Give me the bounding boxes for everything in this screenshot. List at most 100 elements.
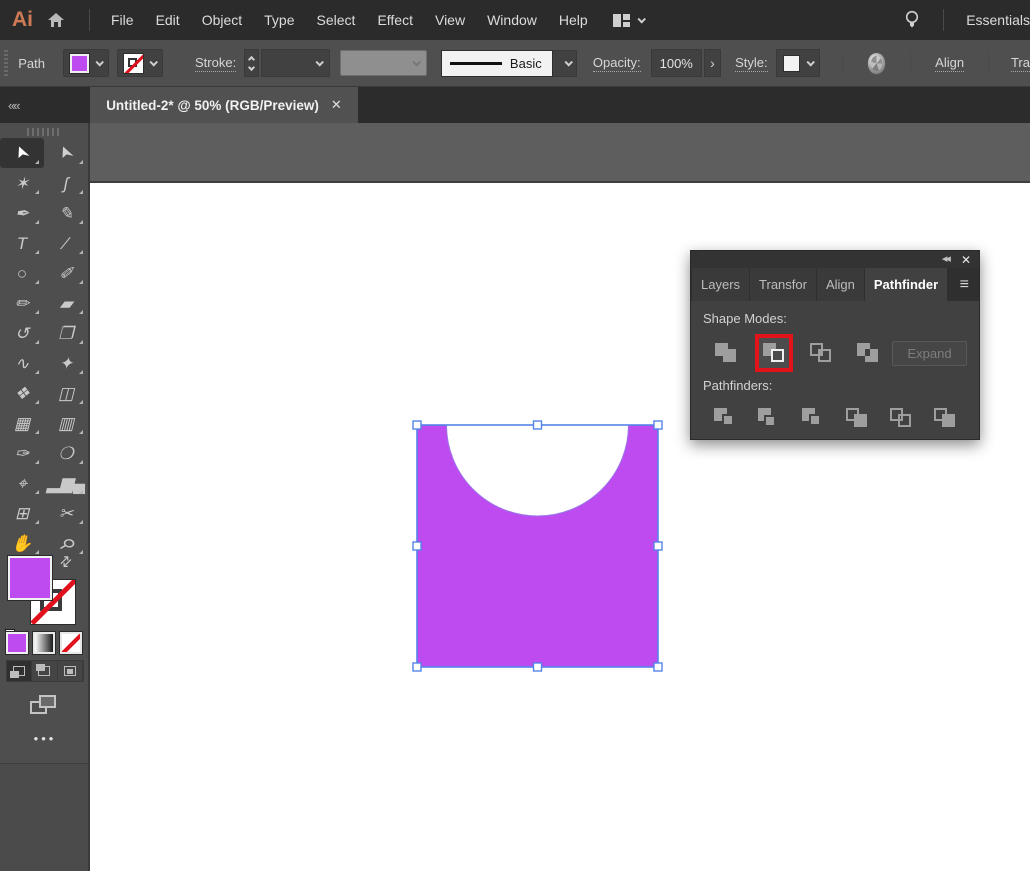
swap-fill-stroke-icon[interactable]: ⇄	[56, 551, 76, 571]
menu-window[interactable]: Window	[476, 12, 548, 28]
slot-divide	[703, 407, 747, 429]
pathfinder-minus-back-button[interactable]	[933, 407, 957, 429]
stroke-label[interactable]: Stroke:	[195, 55, 237, 72]
panel-tab-align[interactable]: Align	[816, 268, 864, 301]
pathfinder-merge-button[interactable]	[801, 407, 825, 429]
tool-column-graph[interactable]: ▂▆▄	[44, 468, 88, 498]
canvas-area	[90, 123, 1030, 871]
panel-tab-pathfinder[interactable]: Pathfinder	[864, 268, 948, 301]
tool-ellipse[interactable]: ○	[0, 258, 44, 288]
tool-scale[interactable]: ❐	[44, 318, 88, 348]
tool-width[interactable]: ∿	[0, 348, 44, 378]
drawing-modes	[6, 660, 84, 682]
panel-tab-layers[interactable]: Layers	[692, 268, 750, 301]
stroke-weight-dropdown[interactable]	[260, 49, 330, 77]
selected-shape[interactable]	[416, 424, 659, 668]
tool-puppet-warp[interactable]: ✦	[44, 348, 88, 378]
tool-grid: ➤ ➤ ✶ ʃ ✒ ✎ T ∕ ○ ✐ ✏ ▰ ↺ ❐ ∿ ✦ ❖ ◫ ▦ ▥ ✑ ❍ ⌖ ▂▆▄ ⊞ ✂ ✋ ⚲	[0, 138, 88, 558]
close-panel-icon[interactable]: ✕	[961, 254, 971, 266]
tool-gradient[interactable]: ▥	[44, 408, 88, 438]
opacity-label[interactable]: Opacity:	[592, 55, 641, 72]
control-bar-grip[interactable]	[4, 50, 9, 76]
align-label[interactable]: Align	[935, 55, 965, 72]
collapse-toolbar-icon[interactable]: ««	[0, 87, 90, 123]
pathfinder-divide-button[interactable]	[713, 407, 737, 429]
arrange-documents-icon[interactable]	[612, 13, 630, 27]
pathfinders-label: Pathfinders:	[703, 378, 773, 393]
panel-header: ◂◂ ✕	[691, 251, 979, 268]
panel-menu-icon[interactable]: ≡	[950, 268, 979, 301]
menu-view[interactable]: View	[424, 12, 476, 28]
tool-eyedropper[interactable]: ✑	[0, 438, 44, 468]
tool-rotate[interactable]: ↺	[0, 318, 44, 348]
stroke-weight-stepper[interactable]	[244, 49, 259, 77]
draw-behind-button[interactable]	[32, 661, 58, 681]
illustrator-window: Ai File Edit Object Type Select Effect View Win…	[0, 0, 1030, 871]
recolor-artwork-icon[interactable]	[866, 51, 887, 75]
tool-line-segment[interactable]: ∕	[44, 228, 88, 258]
brush-definition-dropdown[interactable]: Basic	[440, 49, 577, 77]
menubar-menus: File Edit Object Type Select Effect View Window…	[100, 12, 599, 28]
pathfinder-outline-button[interactable]	[889, 407, 913, 429]
tool-paintbrush[interactable]: ✐	[44, 258, 88, 288]
lightbulb-icon[interactable]	[905, 10, 919, 30]
tool-symbol-sprayer[interactable]: ⌖	[0, 468, 44, 498]
shape-mode-minus-front-button[interactable]	[762, 342, 786, 364]
pathfinder-trim-button[interactable]	[757, 407, 781, 429]
shape-mode-exclude-button[interactable]	[857, 342, 880, 364]
expand-button[interactable]: Expand	[892, 340, 967, 366]
control-bar: Path Stroke: Basic Opacity: 100% › Style…	[0, 40, 1030, 87]
tool-shaper[interactable]: ✏	[0, 288, 44, 318]
close-document-icon[interactable]: ✕	[331, 97, 342, 113]
tool-mesh[interactable]: ▦	[0, 408, 44, 438]
home-icon[interactable]	[47, 12, 65, 28]
divider	[943, 9, 945, 31]
menu-edit[interactable]: Edit	[145, 12, 191, 28]
style-label[interactable]: Style:	[735, 55, 768, 72]
tool-direct-selection[interactable]: ➤	[44, 138, 88, 168]
menu-help[interactable]: Help	[548, 12, 599, 28]
collapse-panel-icon[interactable]: ◂◂	[942, 254, 951, 265]
none-button[interactable]	[59, 631, 83, 655]
tool-pen[interactable]: ✒	[0, 198, 44, 228]
opacity-input[interactable]: 100%	[650, 49, 702, 77]
change-screen-mode-icon[interactable]	[30, 695, 56, 714]
brush-name: Basic	[509, 55, 542, 71]
tool-artboard[interactable]: ⊞	[0, 498, 44, 528]
transform-label[interactable]: Tra	[1010, 55, 1030, 72]
menu-type[interactable]: Type	[253, 12, 305, 28]
tool-magic-wand[interactable]: ✶	[0, 168, 44, 198]
tool-blend[interactable]: ❍	[44, 438, 88, 468]
pathfinder-crop-button[interactable]	[845, 407, 869, 429]
tool-slice[interactable]: ✂	[44, 498, 88, 528]
toolbar-grip[interactable]	[27, 128, 61, 136]
menu-effect[interactable]: Effect	[366, 12, 424, 28]
chevron-down-icon[interactable]	[637, 15, 646, 24]
gradient-button[interactable]	[32, 631, 56, 655]
tool-curvature[interactable]: ✎	[44, 198, 88, 228]
tool-shape-builder[interactable]: ❖	[0, 378, 44, 408]
edit-toolbar-button[interactable]: •••	[0, 731, 90, 746]
shape-mode-intersect-button[interactable]	[810, 342, 833, 364]
panel-tab-transform[interactable]: Transfor	[750, 268, 816, 301]
menu-select[interactable]: Select	[306, 12, 367, 28]
tool-lasso[interactable]: ʃ	[44, 168, 88, 198]
menu-object[interactable]: Object	[191, 12, 253, 28]
menu-file[interactable]: File	[100, 12, 145, 28]
tool-type[interactable]: T	[0, 228, 44, 258]
workspace-switcher[interactable]: Essentials	[954, 12, 1030, 28]
opacity-more-button[interactable]: ›	[703, 49, 722, 77]
tool-perspective-grid[interactable]: ◫	[44, 378, 88, 408]
color-button[interactable]	[5, 631, 29, 655]
draw-normal-button[interactable]	[7, 661, 33, 681]
draw-inside-button[interactable]	[58, 661, 83, 681]
fill-proxy[interactable]	[7, 555, 53, 601]
shape-mode-unite-button[interactable]	[715, 342, 738, 364]
slot-trim	[747, 407, 791, 429]
stroke-color-button[interactable]	[117, 49, 163, 77]
tool-eraser[interactable]: ▰	[44, 288, 88, 318]
document-tab[interactable]: Untitled-2* @ 50% (RGB/Preview) ✕	[90, 87, 358, 123]
tool-selection[interactable]: ➤	[0, 138, 44, 168]
fill-color-button[interactable]	[63, 49, 109, 77]
style-dropdown[interactable]	[775, 49, 820, 77]
